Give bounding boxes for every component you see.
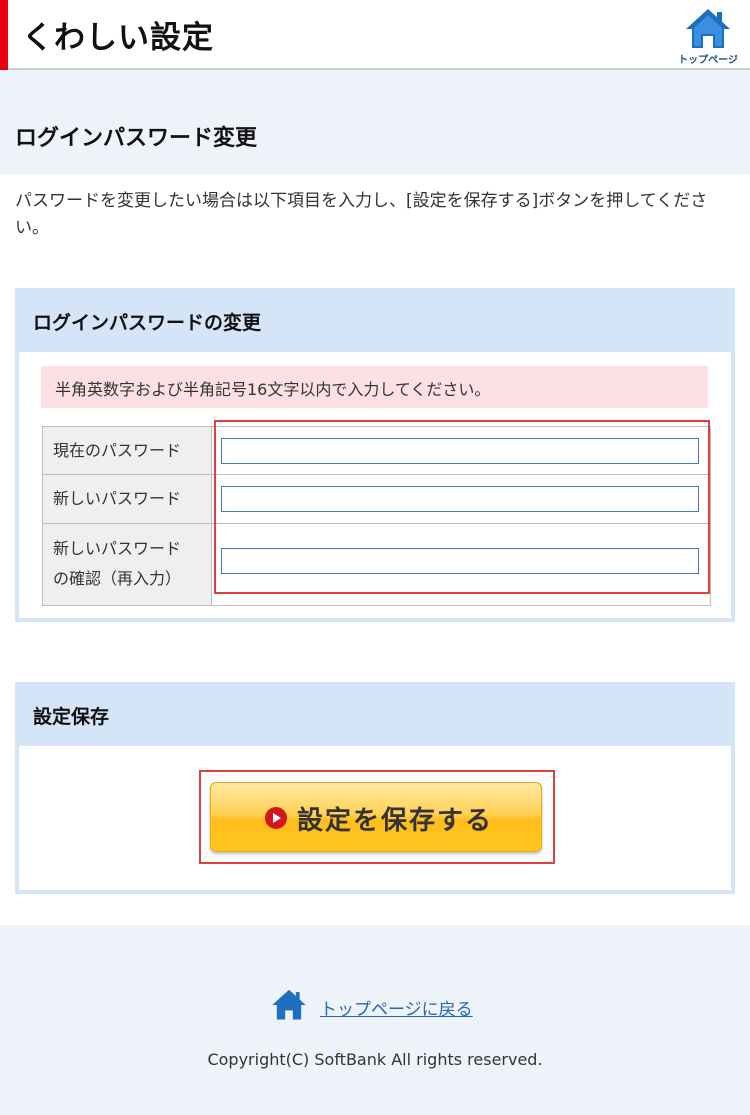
new-password-label: 新しいパスワード (53, 489, 182, 508)
save-button-label: 設定を保存する (297, 806, 494, 836)
field-label-cell: 新しいパスワード の確認（再入力） (43, 524, 212, 605)
back-to-top-label: トップページに戻る (320, 1000, 473, 1020)
confirm-password-label-line1: 新しいパスワード (53, 539, 182, 558)
confirm-password-row: 新しいパスワード の確認（再入力） (42, 524, 711, 606)
top-page-button[interactable]: トップページ (678, 7, 738, 66)
top-page-label: トップページ (678, 55, 738, 66)
current-password-label: 現在のパスワード (53, 441, 182, 460)
copyright-text: Copyright(C) SoftBank All rights reserve… (207, 1050, 543, 1069)
app-header: くわしい設定 トップページ (0, 0, 750, 70)
header-title: くわしい設定 (22, 20, 214, 56)
page-title: ログインパスワード変更 (15, 126, 258, 151)
home-icon (272, 989, 306, 1020)
input-notice: 半角英数字および半角記号16文字以内で入力してください。 (41, 366, 708, 408)
save-settings-panel: 設定保存 設定を保存する (15, 682, 735, 894)
panel-header: 設定保存 (19, 686, 731, 746)
current-password-input[interactable] (221, 438, 699, 464)
panel-title: ログインパスワードの変更 (33, 312, 262, 334)
panel-title: 設定保存 (33, 706, 110, 728)
save-highlight-box: 設定を保存する (199, 770, 555, 864)
field-label-cell: 新しいパスワード (43, 475, 212, 523)
password-change-panel: ログインパスワードの変更 半角英数字および半角記号16文字以内で入力してください… (15, 288, 735, 622)
confirm-password-input[interactable] (221, 548, 699, 574)
current-password-row: 現在のパスワード (42, 426, 711, 475)
panel-header: ログインパスワードの変更 (19, 292, 731, 352)
confirm-password-label-line2: の確認（再入力） (53, 569, 182, 588)
password-form-table: 現在のパスワード 新しいパスワード 新しいパスワード の確認（再入力） (42, 426, 711, 606)
notice-text: 半角英数字および半角記号16文字以内で入力してください。 (55, 380, 491, 399)
play-icon (265, 807, 287, 829)
page-description: パスワードを変更したい場合は以下項目を入力し、[設定を保存する]ボタンを押してく… (15, 191, 708, 238)
new-password-row: 新しいパスワード (42, 475, 711, 524)
home-icon (686, 9, 730, 48)
page-heading-bar: ログインパスワード変更 (0, 102, 750, 174)
header-accent-bar (0, 0, 8, 70)
field-label-cell: 現在のパスワード (43, 427, 212, 474)
save-settings-button[interactable]: 設定を保存する (210, 782, 542, 852)
new-password-input[interactable] (221, 486, 699, 512)
